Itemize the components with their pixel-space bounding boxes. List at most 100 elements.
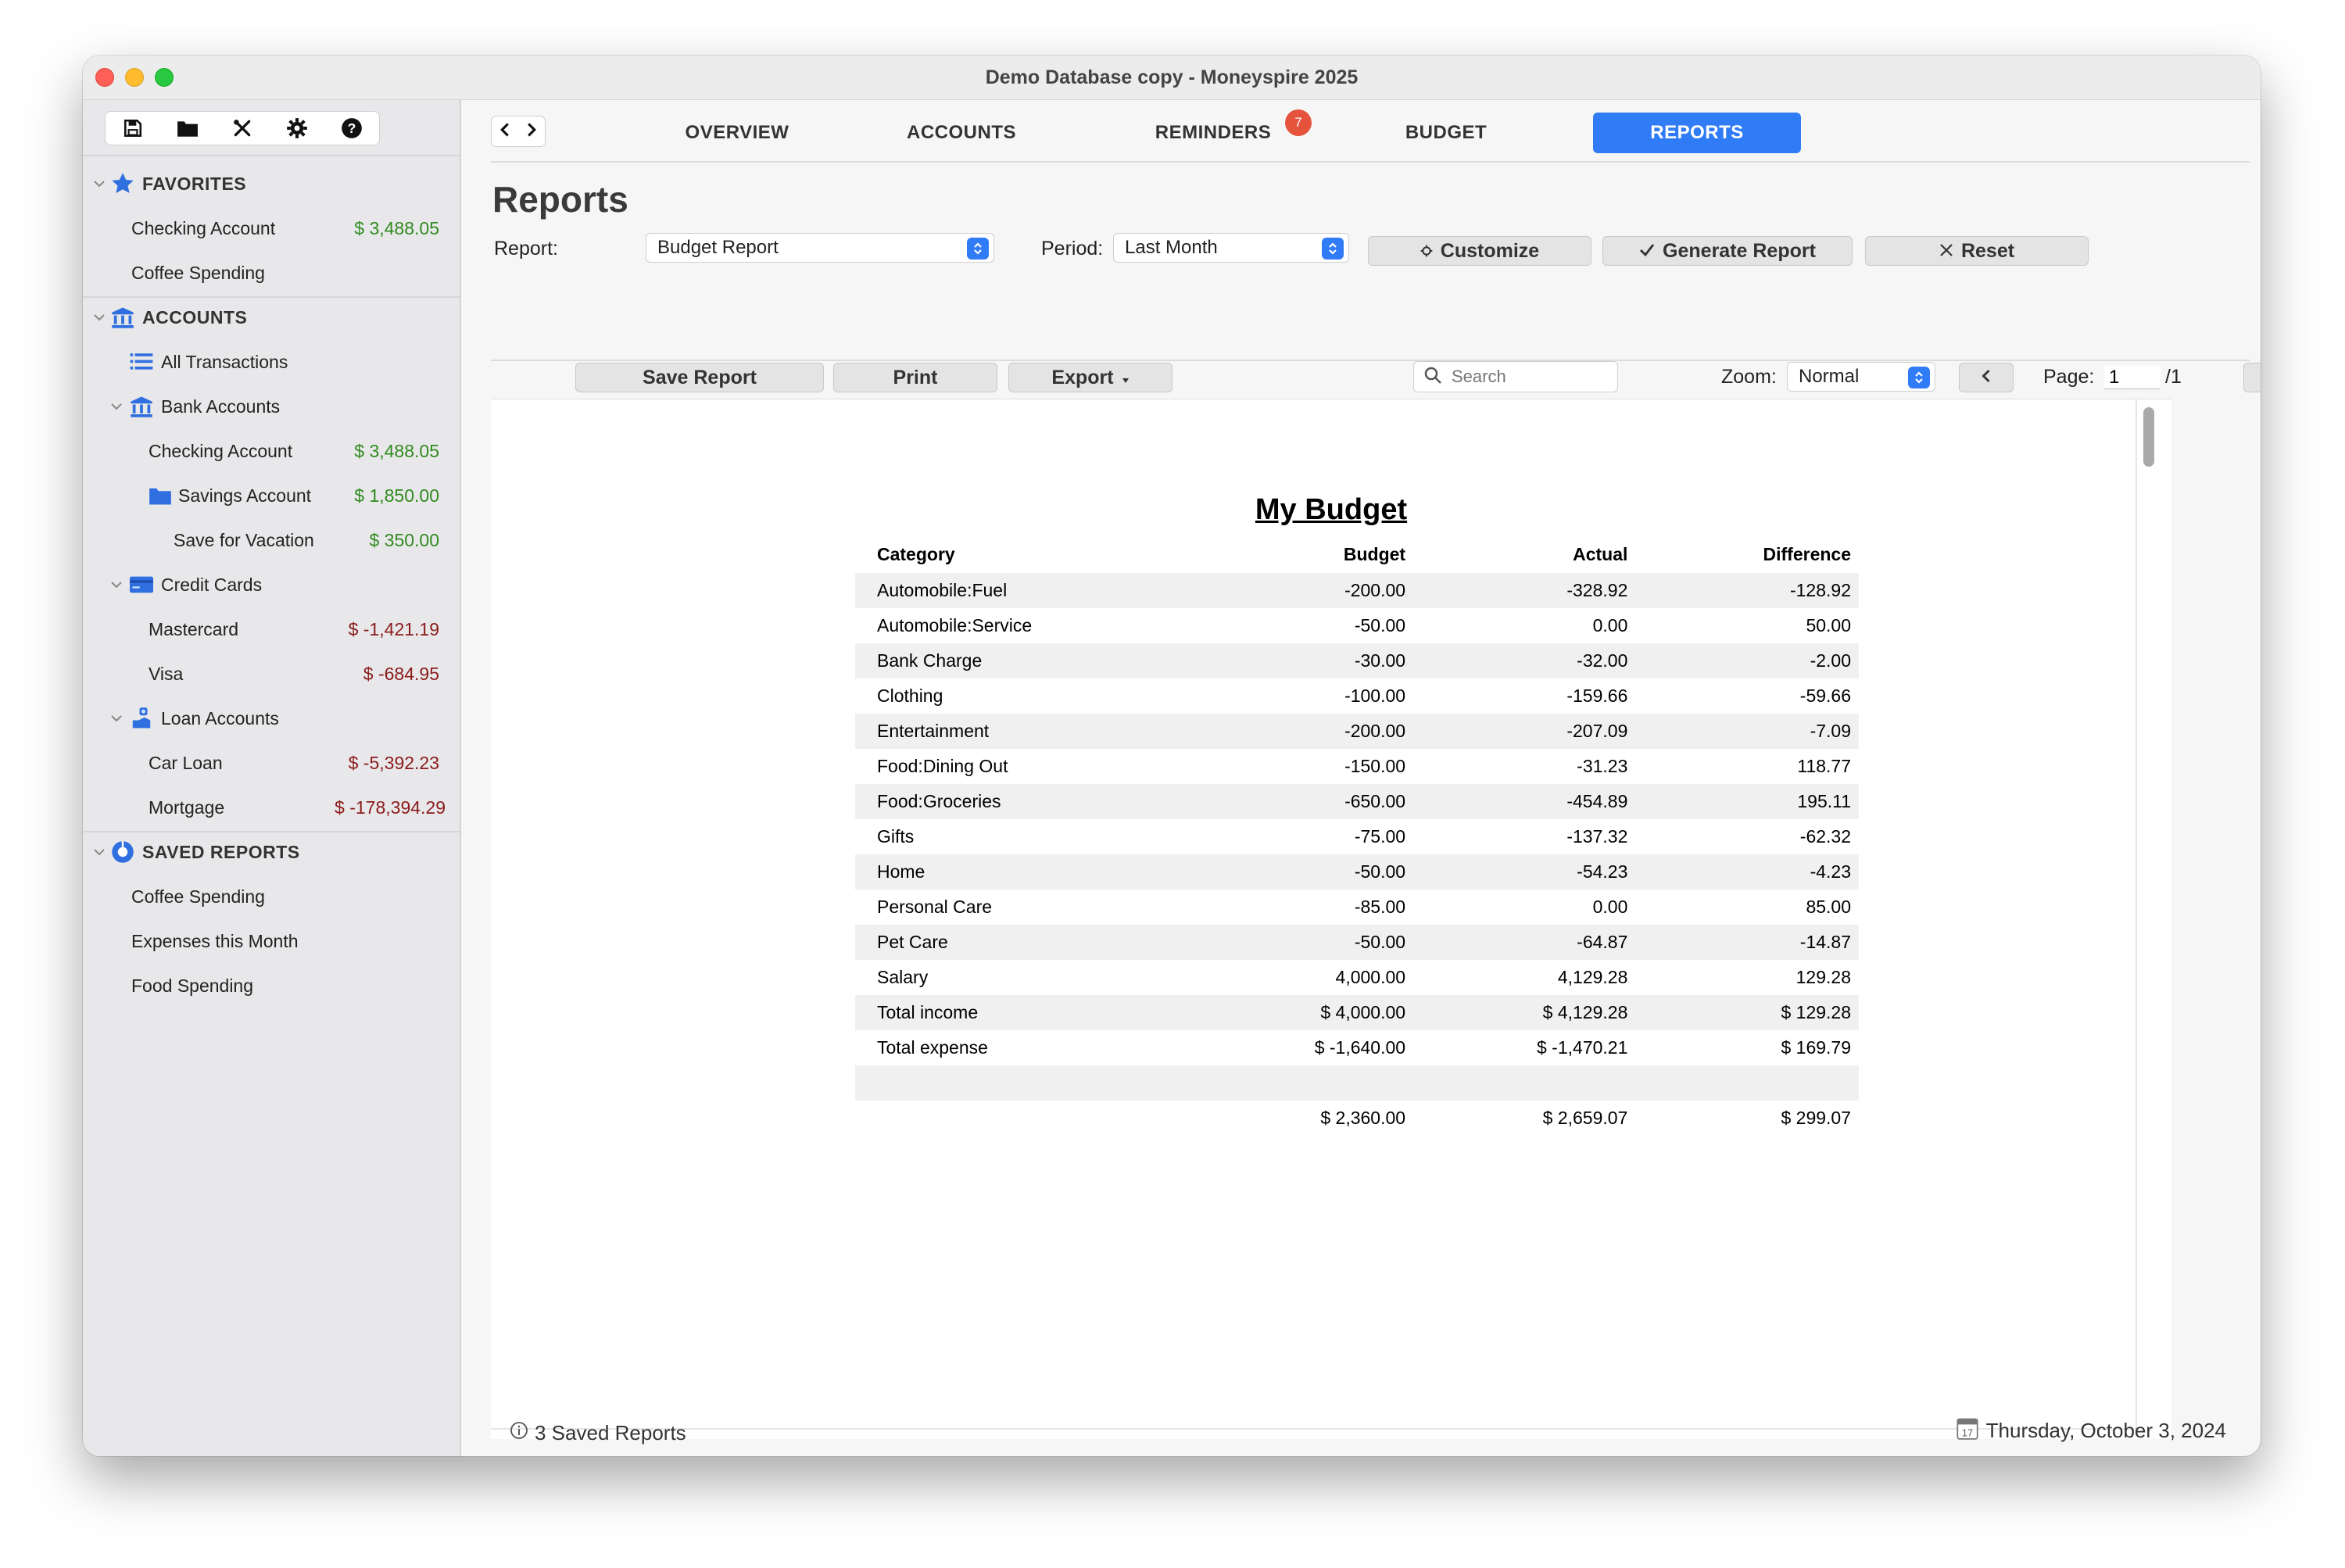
- print-button[interactable]: Print: [833, 363, 997, 392]
- report-select[interactable]: Budget Report: [646, 233, 994, 263]
- actual-cell: -32.00: [1413, 643, 1636, 678]
- difference-cell: -59.66: [1799, 686, 1851, 706]
- account-balance: $ -684.95: [363, 663, 439, 684]
- sidebar-item-mastercard[interactable]: Mastercard $ -1,421.19: [83, 607, 460, 651]
- sidebar-section-favorites[interactable]: FAVORITES: [83, 162, 460, 206]
- table-row: Personal Care -85.00 0.00 85.00: [855, 890, 1859, 925]
- export-button[interactable]: Export: [1008, 363, 1172, 392]
- sidebar-group-credit-cards[interactable]: Credit Cards: [83, 563, 460, 607]
- status-right: 17 Thursday, October 3, 2024: [1957, 1416, 2226, 1445]
- accounts-header: ACCOUNTS: [142, 306, 248, 328]
- difference-cell: -128.92: [1635, 573, 1859, 608]
- forward-arrow-icon[interactable]: [525, 122, 538, 141]
- report-label: Report:: [494, 238, 558, 260]
- gear-icon[interactable]: [284, 115, 310, 141]
- close-window-button[interactable]: [95, 68, 114, 87]
- category-cell: [855, 1065, 1191, 1101]
- sidebar-item-savings-account[interactable]: Savings Account $ 1,850.00: [83, 474, 460, 517]
- nav-arrows: [491, 116, 546, 147]
- chevron-down-icon[interactable]: [91, 843, 108, 861]
- account-balance: $ 350.00: [369, 529, 439, 550]
- budget-cell: $ 2,360.00: [1320, 1108, 1406, 1128]
- sidebar-item-visa[interactable]: Visa $ -684.95: [83, 652, 460, 696]
- sidebar-item-food-spending[interactable]: Food Spending: [83, 964, 460, 1008]
- actual-cell: -64.87: [1413, 925, 1636, 960]
- save-report-button[interactable]: Save Report: [575, 363, 824, 392]
- budget-cell: -50.00: [1354, 615, 1406, 635]
- sidebar-item-coffee-spending-fav[interactable]: Coffee Spending: [83, 251, 460, 295]
- budget-cell: [1190, 1065, 1414, 1101]
- page-number-input[interactable]: [2104, 366, 2161, 389]
- report-search[interactable]: [1413, 361, 1618, 392]
- zoom-select[interactable]: Normal: [1787, 362, 1935, 392]
- sidebar-item-expenses-this-month[interactable]: Expenses this Month: [83, 919, 460, 963]
- chevron-down-icon[interactable]: [108, 710, 125, 727]
- sidebar-item-checking-account-fav[interactable]: Checking Account $ 3,488.05: [83, 206, 460, 250]
- actual-cell: 0.00: [1592, 897, 1628, 917]
- sidebar-item-coffee-spending[interactable]: Coffee Spending: [83, 875, 460, 918]
- zoom-window-button[interactable]: [155, 68, 174, 87]
- chevron-down-icon[interactable]: [91, 309, 108, 326]
- sidebar-item-all-transactions[interactable]: All Transactions: [83, 340, 460, 384]
- table-row: Bank Charge -30.00 -32.00 -2.00: [855, 643, 1859, 678]
- chevron-down-icon[interactable]: [91, 175, 108, 192]
- main-panel: OVERVIEW ACCOUNTS REMINDERS 7 BUDGET REP…: [461, 100, 2261, 1456]
- sidebar-section-saved-reports[interactable]: SAVED REPORTS: [83, 830, 460, 874]
- sidebar-item-mortgage[interactable]: Mortgage $ -178,394.29: [83, 786, 460, 829]
- sidebar-section-accounts[interactable]: ACCOUNTS: [83, 295, 460, 339]
- sidebar-item-label: Mastercard: [149, 618, 239, 639]
- help-icon[interactable]: ?: [338, 115, 365, 141]
- reminders-badge: 7: [1285, 109, 1312, 136]
- search-input[interactable]: [1450, 366, 1602, 388]
- bank-icon: [111, 306, 134, 329]
- next-page-button[interactable]: [2243, 363, 2261, 392]
- checkmark-icon: [1639, 240, 1655, 263]
- folder-icon[interactable]: [174, 115, 201, 141]
- period-select-value: Last Month: [1125, 237, 1218, 258]
- table-row: Home -50.00 -54.23 -4.23: [855, 854, 1859, 890]
- generate-report-button[interactable]: Generate Report: [1602, 236, 1853, 266]
- customize-button[interactable]: Customize: [1368, 236, 1591, 266]
- vertical-scrollbar[interactable]: [2143, 407, 2157, 1416]
- sidebar-toolbar: ?: [105, 111, 380, 145]
- list-icon: [130, 350, 153, 374]
- search-icon: [1423, 366, 1442, 388]
- report-viewer[interactable]: My Budget Category Budget Actual Differe…: [491, 399, 2171, 1439]
- window-controls: [95, 68, 174, 87]
- sidebar-item-save-for-vacation[interactable]: Save for Vacation $ 350.00: [83, 518, 460, 562]
- column-header: Budget: [1343, 543, 1406, 564]
- minimize-window-button[interactable]: [125, 68, 144, 87]
- loan-icon: [130, 707, 153, 730]
- chevron-left-icon: [1981, 367, 1992, 389]
- actual-cell: -159.66: [1566, 686, 1628, 706]
- budget-cell: -30.00: [1190, 643, 1414, 678]
- select-arrows-icon: [967, 238, 989, 260]
- tab-reminders[interactable]: REMINDERS: [1127, 113, 1299, 153]
- dropdown-arrow-icon: [1122, 367, 1130, 389]
- chevron-down-icon[interactable]: [108, 576, 125, 593]
- tab-overview[interactable]: OVERVIEW: [663, 113, 811, 153]
- chevron-down-icon[interactable]: [108, 398, 125, 415]
- tools-icon[interactable]: [229, 115, 256, 141]
- category-cell: Gifts: [877, 826, 915, 847]
- tab-reports[interactable]: REPORTS: [1593, 113, 1801, 153]
- budget-cell: -650.00: [1190, 784, 1414, 819]
- star-icon: [111, 172, 134, 195]
- period-select[interactable]: Last Month: [1113, 233, 1349, 263]
- svg-text:?: ?: [348, 120, 356, 136]
- sidebar-item-checking-account[interactable]: Checking Account $ 3,488.05: [83, 429, 460, 473]
- sidebar-group-loan-accounts[interactable]: Loan Accounts: [83, 696, 460, 740]
- previous-page-button[interactable]: [1959, 363, 2014, 392]
- budget-cell: $ -1,640.00: [1314, 1037, 1406, 1058]
- tab-accounts[interactable]: ACCOUNTS: [883, 113, 1040, 153]
- back-arrow-icon[interactable]: [499, 122, 511, 141]
- difference-cell: $ 129.28: [1635, 995, 1859, 1030]
- sidebar-group-bank-accounts[interactable]: Bank Accounts: [83, 385, 460, 428]
- scrollbar-thumb[interactable]: [2143, 407, 2154, 467]
- difference-cell: -2.00: [1635, 643, 1859, 678]
- column-header: Actual: [1573, 543, 1628, 564]
- sidebar-item-car-loan[interactable]: Car Loan $ -5,392.23: [83, 741, 460, 785]
- save-icon[interactable]: [120, 115, 146, 141]
- reset-button[interactable]: Reset: [1865, 236, 2089, 266]
- tab-budget[interactable]: BUDGET: [1376, 113, 1516, 153]
